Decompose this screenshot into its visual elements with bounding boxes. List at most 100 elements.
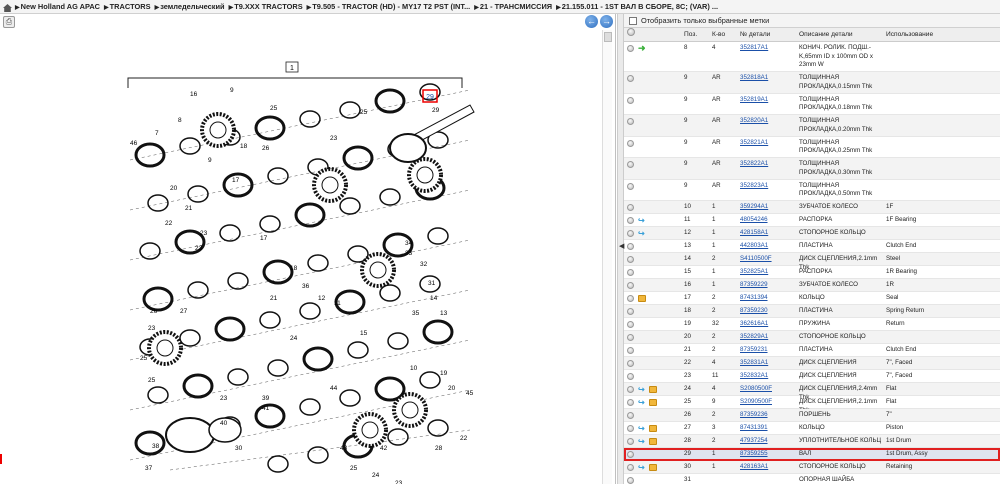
- row-select-radio[interactable]: [627, 477, 634, 484]
- row-select-radio[interactable]: [627, 75, 634, 82]
- row-select-radio[interactable]: [627, 161, 634, 168]
- row-select-radio[interactable]: [627, 360, 634, 367]
- table-row[interactable]: 26 2 87359236 ПОРШЕНЬ 7": [624, 409, 1000, 422]
- part-number-link[interactable]: 352819A1: [740, 96, 768, 105]
- table-row[interactable]: 9 AR 352821A1 ТОЛЩИННАЯ ПРОКЛАДКА,0.25mm Th…: [624, 137, 1000, 158]
- breadcrumb-item[interactable]: 21 - ТРАНСМИССИЯ: [480, 2, 552, 11]
- column-header-part[interactable]: № детали: [740, 28, 770, 42]
- breadcrumb-item[interactable]: земледельческий: [160, 2, 224, 11]
- part-number-link[interactable]: 48054246: [740, 216, 768, 225]
- linked-part-icon[interactable]: ↪: [638, 386, 646, 394]
- row-select-radio[interactable]: [627, 373, 634, 380]
- pane-splitter[interactable]: ◀: [617, 14, 624, 484]
- row-select-radio[interactable]: [627, 96, 634, 104]
- row-select-radio[interactable]: [627, 182, 634, 190]
- table-row[interactable]: 9 AR 352818A1 ТОЛЩИННАЯ ПРОКЛАДКА,0.15mm Th…: [624, 72, 1000, 94]
- part-number-link[interactable]: 87359255: [740, 450, 768, 459]
- table-row[interactable]: 16 1 87359229 ЗУБЧАТОЕ КОЛЕСО 1R: [624, 279, 1000, 292]
- part-number-link[interactable]: 352825A1: [740, 268, 768, 277]
- part-number-link[interactable]: 87359229: [740, 281, 768, 290]
- part-number-link[interactable]: 352829A1: [740, 333, 768, 342]
- table-row[interactable]: ↪ 24 4 S2080500F ДИСК СЦЕПЛЕНИЯ,2.4mm Thk Fla…: [624, 383, 1000, 401]
- part-number-link[interactable]: 47937254: [740, 437, 768, 446]
- part-number-link[interactable]: 87359236: [740, 411, 768, 420]
- row-select-radio[interactable]: [627, 204, 634, 211]
- linked-part-icon[interactable]: ↪: [638, 425, 646, 433]
- breadcrumb-item[interactable]: T9.XXX TRACTORS: [234, 2, 302, 11]
- breadcrumb-item[interactable]: TRACTORS: [110, 2, 151, 11]
- row-select-radio[interactable]: [627, 230, 634, 237]
- row-select-radio[interactable]: [627, 386, 634, 393]
- table-row[interactable]: 9 AR 352822A1 ТОЛЩИННАЯ ПРОКЛАДКА,0.30mm Th…: [624, 158, 1000, 180]
- row-select-radio[interactable]: [627, 347, 634, 354]
- part-number-link[interactable]: S4110500F: [740, 255, 772, 264]
- row-select-radio[interactable]: [627, 139, 634, 147]
- row-select-radio[interactable]: [627, 425, 634, 432]
- part-number-link[interactable]: S2090500F: [740, 398, 772, 407]
- print-icon[interactable]: ⎙: [3, 16, 15, 28]
- part-number-link[interactable]: S2080500F: [740, 385, 772, 394]
- scrollbar-thumb[interactable]: [604, 32, 612, 42]
- table-row[interactable]: 15 1 352825A1 РАСПОРКА 1R Bearing: [624, 266, 1000, 279]
- row-select-radio[interactable]: [627, 451, 634, 458]
- part-number-link[interactable]: 352822A1: [740, 160, 768, 169]
- linked-part-icon[interactable]: ↪: [638, 217, 646, 225]
- table-row[interactable]: 20 2 352829A1 СТОПОРНОЕ КОЛЬЦО: [624, 331, 1000, 344]
- part-number-link[interactable]: 352831A1: [740, 359, 768, 368]
- row-select-radio[interactable]: [627, 256, 634, 263]
- linked-part-icon[interactable]: ↪: [638, 399, 646, 407]
- linked-part-icon[interactable]: ↪: [638, 464, 646, 472]
- part-number-link[interactable]: 87431391: [740, 424, 768, 433]
- table-row[interactable]: ↪ 30 1 428163A1 СТОПОРНОЕ КОЛЬЦО Retaining: [624, 461, 1000, 474]
- go-arrow-icon[interactable]: ➜: [638, 44, 646, 53]
- part-number-link[interactable]: 352818A1: [740, 74, 768, 83]
- linked-part-icon[interactable]: ↪: [638, 230, 646, 238]
- table-row[interactable]: 10 1 359294A1 ЗУБЧАТОЕ КОЛЕСО 1F: [624, 201, 1000, 214]
- row-select-radio[interactable]: [627, 334, 634, 341]
- row-select-radio[interactable]: [627, 308, 634, 315]
- table-row[interactable]: 13 1 442803A1 ПЛАСТИНА Clutch End: [624, 240, 1000, 253]
- part-number-link[interactable]: 428158A1: [740, 229, 768, 238]
- table-row[interactable]: 9 AR 352820A1 ТОЛЩИННАЯ ПРОКЛАДКА,0.20mm Th…: [624, 115, 1000, 137]
- part-number-link[interactable]: 359294A1: [740, 203, 768, 212]
- part-number-link[interactable]: 352820A1: [740, 117, 768, 126]
- part-number-link[interactable]: 87359230: [740, 307, 768, 316]
- part-number-link[interactable]: 442803A1: [740, 242, 768, 251]
- column-header-qty[interactable]: К-во: [712, 28, 725, 42]
- row-select-radio[interactable]: [627, 45, 634, 52]
- table-row[interactable]: 22 4 352831A1 ДИСК СЦЕПЛЕНИЯ 7", Faced: [624, 357, 1000, 370]
- previous-button[interactable]: ←: [585, 15, 598, 28]
- row-select-radio[interactable]: [627, 217, 634, 224]
- table-row[interactable]: ↪ 27 3 87431391 КОЛЬЦО Piston: [624, 422, 1000, 435]
- filter-checkbox[interactable]: [629, 17, 637, 25]
- part-number-link[interactable]: 352823A1: [740, 182, 768, 191]
- next-button[interactable]: →: [600, 15, 613, 28]
- package-icon[interactable]: [649, 464, 657, 471]
- table-row[interactable]: 29 1 87359255 ВАЛ 1st Drum, Assy: [624, 448, 1000, 461]
- breadcrumb-item[interactable]: New Holland AG APAC: [21, 2, 100, 11]
- part-number-link[interactable]: 362616A1: [740, 320, 768, 329]
- table-row[interactable]: ↪ 28 2 47937254 УПЛОТНИТЕЛЬНОЕ КОЛЬЦ 1st Drum: [624, 435, 1000, 448]
- column-header-pos[interactable]: Поз.: [684, 28, 697, 42]
- part-number-link[interactable]: 87431394: [740, 294, 768, 303]
- table-row[interactable]: 18 2 87359230 ПЛАСТИНА Spring Return: [624, 305, 1000, 318]
- row-select-radio[interactable]: [627, 295, 634, 302]
- breadcrumb-item[interactable]: 21.155.011 - 1ST ВАЛ В СБОРЕ, 8C; (VAR) …: [562, 2, 718, 11]
- part-number-link[interactable]: 87359231: [740, 346, 768, 355]
- row-select-radio[interactable]: [627, 321, 634, 328]
- row-select-radio[interactable]: [627, 464, 634, 471]
- row-select-radio[interactable]: [627, 412, 634, 419]
- table-row[interactable]: 31 ОПОРНАЯ ШАЙБА: [624, 474, 1000, 484]
- package-icon[interactable]: [638, 295, 646, 302]
- package-icon[interactable]: [649, 438, 657, 445]
- row-select-radio[interactable]: [627, 282, 634, 289]
- table-row[interactable]: 9 AR 352823A1 ТОЛЩИННАЯ ПРОКЛАДКА,0.50mm Th…: [624, 180, 1000, 201]
- column-header-desc[interactable]: Описание детали: [799, 28, 853, 42]
- table-row[interactable]: 9 AR 352819A1 ТОЛЩИННАЯ ПРОКЛАДКА,0.18mm Th…: [624, 94, 1000, 115]
- exploded-parts-diagram[interactable]: 1 46 7 9 8 16 9 18 17 20 21 22 23 23 25 26 26 27 23 25 25 24 2…: [0, 30, 600, 484]
- linked-part-icon[interactable]: ↪: [638, 438, 646, 446]
- package-icon[interactable]: [649, 386, 657, 393]
- part-number-link[interactable]: 352832A1: [740, 372, 768, 381]
- table-row[interactable]: 19 32 362616A1 ПРУЖИНА Return: [624, 318, 1000, 331]
- breadcrumb-item[interactable]: T9.505 - TRACTOR (HD) - MY17 T2 PST (INT…: [312, 2, 470, 11]
